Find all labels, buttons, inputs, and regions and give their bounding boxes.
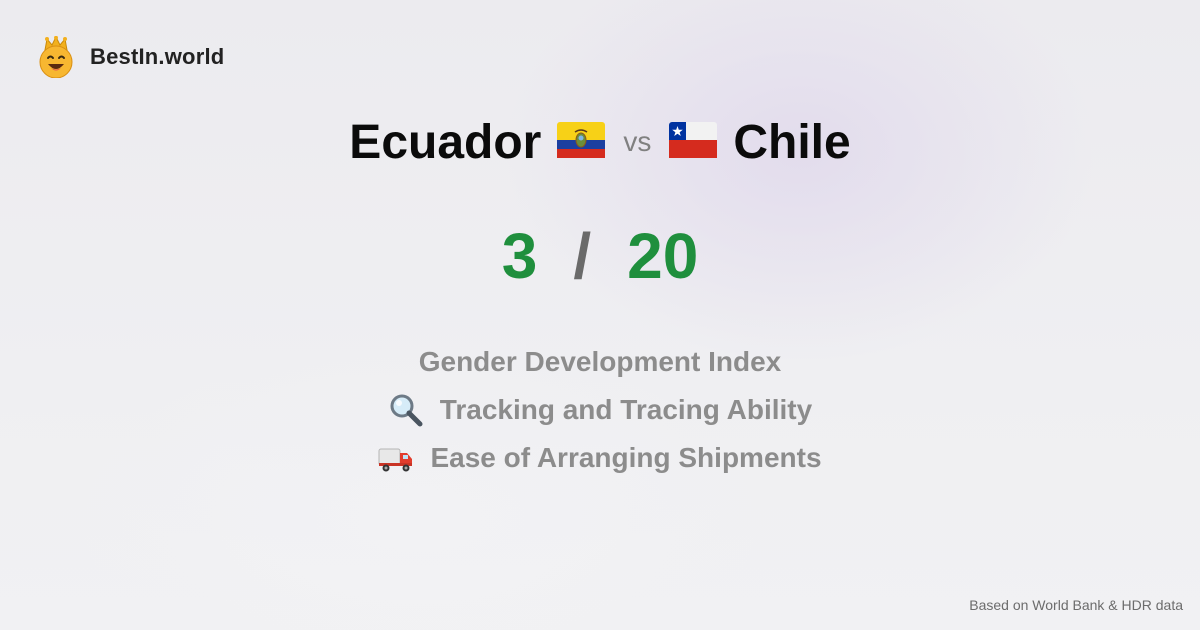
metric-label: Ease of Arranging Shipments bbox=[430, 442, 822, 473]
metric-label: Tracking and Tracing Ability bbox=[439, 394, 813, 425]
comparison-title: Ecuador vs Chile bbox=[0, 112, 1200, 172]
left-score: 3 bbox=[501, 220, 538, 292]
metric-item: Tracking and Tracing Ability bbox=[388, 386, 812, 434]
score-display: 3 / 20 bbox=[0, 220, 1200, 292]
metric-label: Gender Development Index bbox=[418, 346, 782, 377]
metric-item: Gender Development Index bbox=[419, 338, 782, 386]
ecuador-flag-icon bbox=[557, 121, 606, 163]
score-separator: / bbox=[573, 220, 592, 292]
data-source-note: Based on World Bank & HDR data bbox=[969, 597, 1183, 613]
left-country-name: Ecuador bbox=[349, 115, 542, 169]
background bbox=[0, 0, 1200, 630]
right-score: 20 bbox=[627, 220, 699, 292]
metric-list: Gender Development Index Tracking and Tr… bbox=[0, 338, 1200, 482]
vs-label: vs bbox=[623, 126, 652, 157]
brand-header[interactable]: BestIn.world bbox=[38, 36, 224, 78]
magnifying-glass-icon bbox=[388, 392, 424, 428]
chile-flag-icon bbox=[669, 121, 718, 163]
right-country-name: Chile bbox=[733, 115, 851, 169]
brand-name: BestIn.world bbox=[90, 44, 225, 69]
crowned-smiley-icon bbox=[38, 36, 74, 78]
delivery-truck-icon bbox=[378, 440, 414, 476]
metric-item: Ease of Arranging Shipments bbox=[378, 434, 822, 482]
